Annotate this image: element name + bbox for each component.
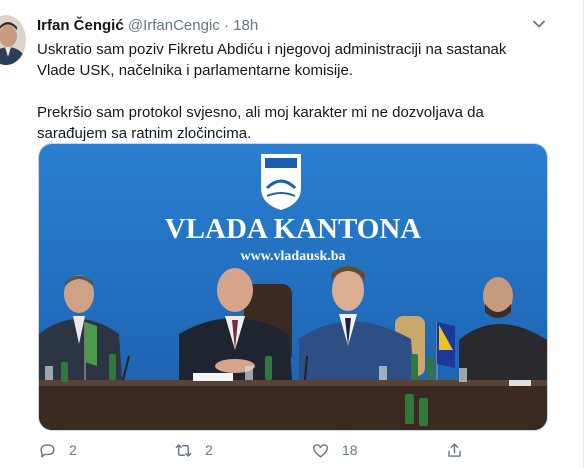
banner-url: www.vladausk.ba xyxy=(240,249,345,264)
tweet-text: Uskratio sam poziv Fikretu Abdiću i njeg… xyxy=(37,39,547,144)
coat-of-arms-emblem xyxy=(261,154,301,210)
tweet-paragraph: Prekršio sam protokol svjesno, ali moj k… xyxy=(37,104,484,142)
share-icon xyxy=(448,442,461,457)
tweet-photo[interactable]: VLADA KANTONA www.vladausk.ba xyxy=(38,143,548,431)
share-button[interactable] xyxy=(445,437,464,463)
separator-dot: · xyxy=(223,17,229,34)
retweet-icon xyxy=(175,443,192,457)
like-icon xyxy=(313,443,328,458)
chevron-down-icon[interactable] xyxy=(530,15,548,33)
banner-title: VLADA KANTONA xyxy=(165,213,422,245)
tweet-header: Irfan Čengić @IrfanCengic · 18h xyxy=(37,16,258,36)
author-name[interactable]: Irfan Čengić xyxy=(37,17,124,34)
author-handle[interactable]: @IrfanCengic xyxy=(128,17,220,34)
tweet[interactable]: Irfan Čengić @IrfanCengic · 18h Uskratio… xyxy=(0,0,584,468)
like-button[interactable]: 18 xyxy=(311,437,358,463)
reply-icon xyxy=(40,443,55,458)
retweet-count: 2 xyxy=(205,442,213,458)
reply-count: 2 xyxy=(69,442,77,458)
like-count: 18 xyxy=(342,442,358,458)
tweet-timestamp[interactable]: 18h xyxy=(233,17,258,34)
avatar[interactable] xyxy=(0,15,26,65)
reply-button[interactable]: 2 xyxy=(38,437,77,463)
retweet-button[interactable]: 2 xyxy=(174,437,213,463)
tweet-paragraph: Uskratio sam poziv Fikretu Abdiću i njeg… xyxy=(37,41,507,79)
tweet-actions: 2 2 18 xyxy=(0,437,584,465)
